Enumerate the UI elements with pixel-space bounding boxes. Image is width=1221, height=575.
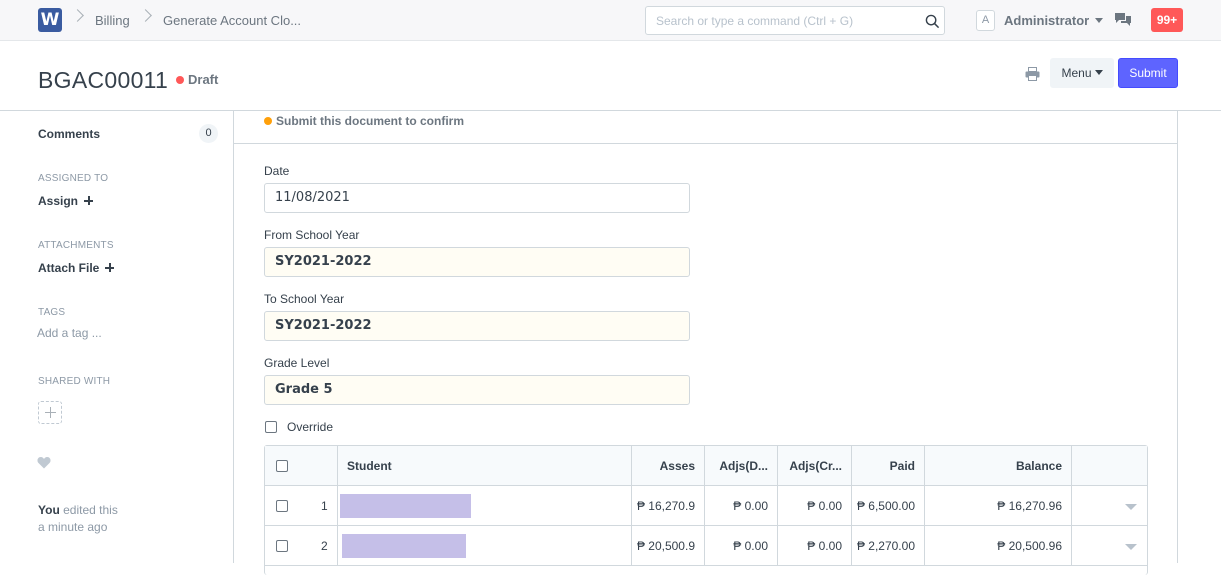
override-checkbox[interactable] [265,421,277,433]
indicator-dot [264,116,272,125]
table-row[interactable]: 2 ₱ 20,500.9 ₱ 0.00 ₱ 0.00 ₱ 2,270.00 ₱ … [265,526,1147,566]
search-icon[interactable] [925,14,940,29]
shared-with-label: SHARED WITH [38,376,111,387]
student-value-redacted [340,494,471,518]
row-actions-cell [1072,526,1147,565]
user-menu[interactable]: Administrator [1004,13,1104,28]
menu-button[interactable]: Menu [1050,58,1114,88]
print-icon[interactable] [1025,67,1040,81]
student-cell[interactable] [338,486,632,525]
assign-label: Assign [38,194,79,208]
to-school-year-label: To School Year [264,292,345,306]
search-input[interactable] [646,7,916,34]
balance-cell[interactable]: ₱ 20,500.96 [925,526,1072,565]
table-header: Student Asses Adjs(D... Adjs(Cr... Paid … [265,446,1147,486]
row-edit-caret-icon[interactable] [1125,504,1137,510]
submit-message-text: Submit this document to confirm [276,114,464,128]
paid-cell[interactable]: ₱ 6,500.00 [852,486,925,525]
asses-cell[interactable]: ₱ 20,500.9 [632,526,705,565]
add-share-button[interactable] [38,401,62,424]
caret-down-icon [1094,70,1103,76]
balance-cell[interactable]: ₱ 16,270.96 [925,486,1072,525]
user-name: Administrator [1004,13,1090,28]
asses-cell[interactable]: ₱ 16,270.9 [632,486,705,525]
student-value-redacted [342,534,466,558]
header-paid[interactable]: Paid [852,446,925,485]
last-edited-info: You edited this a minute ago [38,502,118,536]
students-table: Student Asses Adjs(D... Adjs(Cr... Paid … [264,445,1148,575]
row-edit-caret-icon[interactable] [1125,544,1137,550]
edit-user: You [38,503,60,517]
notifications-badge[interactable]: 99+ [1151,8,1183,32]
submit-message: Submit this document to confirm [264,114,464,128]
row-actions-cell [1072,486,1147,525]
row-select-cell: 1 [265,486,338,525]
attach-file-button[interactable]: Attach File [38,261,115,275]
attach-file-label: Attach File [38,261,100,275]
heart-icon[interactable] [37,456,51,469]
chevron-right-icon [71,9,84,22]
status-dot [176,75,184,84]
plus-icon [84,196,94,206]
header-adjs-credit[interactable]: Adjs(Cr... [778,446,852,485]
adjs-credit-cell[interactable]: ₱ 0.00 [778,486,852,525]
assigned-to-label: ASSIGNED TO [38,173,109,184]
row-checkbox[interactable] [276,500,288,512]
adjs-debit-cell[interactable]: ₱ 0.00 [705,526,778,565]
form-message: Submit this document to confirm [234,111,1177,144]
comments-count-badge: 0 [199,124,218,143]
paid-cell[interactable]: ₱ 2,270.00 [852,526,925,565]
plus-icon [105,263,115,273]
header-select-cell [265,446,338,485]
grade-level-label: Grade Level [264,356,330,370]
row-select-cell: 2 [265,526,338,565]
row-checkbox[interactable] [276,540,288,552]
awesomebar [645,6,945,35]
date-label: Date [264,164,290,178]
edit-action: edited this [63,503,118,517]
to-school-year-field[interactable]: SY2021-2022 [264,311,690,341]
breadcrumb-billing[interactable]: Billing [95,13,130,28]
override-label: Override [287,420,334,434]
assign-button[interactable]: Assign [38,194,94,208]
page-title: BGAC00011 [38,67,169,93]
comments-link[interactable]: Comments [38,127,100,141]
header-student[interactable]: Student [338,446,632,485]
submit-button[interactable]: Submit [1118,58,1178,88]
student-cell[interactable] [338,526,632,565]
from-school-year-label: From School Year [264,228,360,242]
status-label: Draft [188,72,219,87]
attachments-label: ATTACHMENTS [38,240,114,251]
add-tag-input[interactable]: Add a tag ... [37,326,102,340]
top-navbar: W Billing Generate Account Clo... A Admi… [0,0,1221,41]
grade-level-field[interactable]: Grade 5 [264,375,690,405]
select-all-checkbox[interactable] [276,460,288,472]
header-actions-cell [1072,446,1147,485]
avatar[interactable]: A [976,10,995,31]
header-balance[interactable]: Balance [925,446,1072,485]
chat-icon[interactable] [1114,12,1132,28]
table-row[interactable]: 1 ₱ 16,270.9 ₱ 0.00 ₱ 0.00 ₱ 6,500.00 ₱ … [265,486,1147,526]
menu-label: Menu [1061,66,1092,80]
caret-down-icon [1095,18,1104,24]
app-logo[interactable]: W [38,8,62,32]
tags-label: TAGS [38,307,66,318]
form-sidebar: Comments 0 ASSIGNED TO Assign ATTACHMENT… [0,111,233,563]
from-school-year-field[interactable]: SY2021-2022 [264,247,690,277]
row-index: 1 [321,499,328,513]
edit-time: a minute ago [38,520,108,534]
row-index: 2 [321,539,328,553]
adjs-credit-cell[interactable]: ₱ 0.00 [778,526,852,565]
status-indicator: Draft [176,72,218,87]
breadcrumb-generate-account[interactable]: Generate Account Clo... [163,13,301,28]
header-adjs-debit[interactable]: Adjs(D... [705,446,778,485]
date-field[interactable]: 11/08/2021 [264,183,690,213]
header-asses[interactable]: Asses [632,446,705,485]
page-head: BGAC00011 Draft Menu Submit [0,41,1221,111]
chevron-right-icon [139,9,152,22]
form-layout: Submit this document to confirm Date 11/… [233,111,1178,575]
adjs-debit-cell[interactable]: ₱ 0.00 [705,486,778,525]
